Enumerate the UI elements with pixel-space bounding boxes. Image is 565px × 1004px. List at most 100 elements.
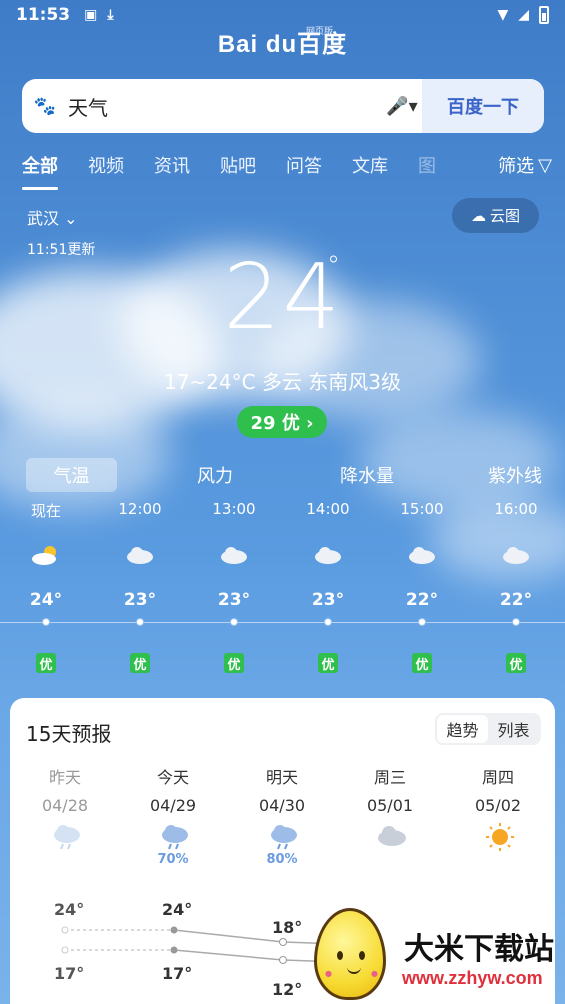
- cloud-map-button[interactable]: ☁ 云图: [452, 198, 539, 233]
- mascot-eye: [337, 951, 343, 960]
- hour-time: 15:00: [400, 500, 444, 518]
- search-button[interactable]: 百度一下: [422, 79, 544, 133]
- brand-tag: 网页版: [306, 27, 334, 37]
- hour-temp: 24°: [29, 590, 63, 610]
- hour-time: 14:00: [306, 500, 350, 518]
- search-bar[interactable]: 🐾 天气 🎤▾ 百度一下: [22, 79, 544, 133]
- aqi-badge[interactable]: 29 优 ›: [237, 406, 327, 438]
- day-name: 今天: [156, 768, 189, 787]
- hour-dot: [136, 618, 144, 626]
- forecast-title: 15天预报: [26, 722, 112, 746]
- microphone-icon[interactable]: 🎤▾: [382, 96, 422, 117]
- current-temperature: 24 °: [0, 245, 565, 350]
- hour-dot: [512, 618, 520, 626]
- hour-aqi: 优: [318, 653, 338, 673]
- forecast-day[interactable]: 明天 04/30 80%: [232, 764, 332, 867]
- hour-dot: [230, 618, 238, 626]
- hour-dot: [42, 618, 50, 626]
- day-high: 18°: [272, 918, 303, 937]
- day-low: 17°: [162, 964, 193, 983]
- tab-images[interactable]: 图: [418, 152, 436, 178]
- metric-tab-precipitation[interactable]: 降水量: [307, 458, 427, 492]
- hour-time: 13:00: [212, 500, 256, 518]
- wifi-icon: ▼: [497, 7, 509, 23]
- metric-tab-uv[interactable]: 紫外线: [427, 458, 542, 492]
- hour-time: 现在: [30, 502, 61, 520]
- hourly-forecast: 现在 24° 优 12:00 23° 优 13:00 23° 优 14:00 2…: [0, 500, 565, 690]
- hour-time: 12:00: [118, 500, 162, 518]
- cloudy-icon: [221, 547, 247, 564]
- tab-news[interactable]: 资讯: [154, 152, 190, 178]
- cloudy-icon: [315, 547, 341, 564]
- signal-icon: ◢: [518, 7, 529, 23]
- paw-icon: 🐾: [33, 95, 57, 117]
- toggle-trend[interactable]: 趋势: [437, 715, 488, 743]
- watermark-title: 大米下载站: [404, 932, 554, 967]
- mascot-eye: [359, 951, 365, 960]
- tab-all[interactable]: 全部: [22, 152, 58, 190]
- precip-chance: 80%: [266, 852, 298, 867]
- hour-temp: 22°: [405, 590, 439, 610]
- tab-video[interactable]: 视频: [88, 152, 124, 178]
- day-high: 24°: [54, 900, 85, 919]
- mascot-dots: ●: [325, 969, 332, 978]
- hour-aqi: 优: [130, 653, 150, 673]
- chevron-down-icon: ⌄: [64, 209, 78, 228]
- view-toggle: 趋势 列表: [435, 713, 541, 745]
- search-tabs: 全部 视频 资讯 贴吧 问答 文库 图 筛选 ▽: [22, 145, 552, 190]
- hour-aqi: 优: [224, 653, 244, 673]
- cloudy-icon: [127, 547, 153, 564]
- filter-label: 筛选: [498, 156, 535, 177]
- day-date: 04/30: [258, 796, 306, 815]
- hour-temp: 22°: [499, 590, 533, 610]
- tab-qa[interactable]: 问答: [286, 152, 322, 178]
- cloudy-icon: [378, 826, 406, 846]
- day-date: 04/28: [41, 796, 89, 815]
- forecast-day[interactable]: 周四 05/02: [448, 764, 548, 851]
- hour-aqi: 优: [506, 653, 526, 673]
- forecast-day[interactable]: 今天 04/29 70%: [123, 764, 223, 867]
- forecast-day[interactable]: 周三 05/01: [340, 764, 440, 846]
- hour-aqi: 优: [36, 653, 56, 673]
- city-name: 武汉: [27, 209, 60, 228]
- day-low: 17°: [54, 964, 85, 983]
- hour-temp: 23°: [217, 590, 251, 610]
- battery-icon: [539, 6, 549, 24]
- watermark: ● ● 大米下载站 www.zzhyw.com: [306, 902, 565, 1004]
- rain-cloud-icon: [271, 825, 297, 850]
- day-low: 12°: [272, 980, 303, 999]
- notification-a-icon: ▣: [84, 7, 98, 23]
- precip-chance: 70%: [157, 852, 189, 867]
- day-date: 04/29: [149, 796, 197, 815]
- day-name: 明天: [265, 768, 298, 787]
- day-name: 周三: [373, 768, 406, 787]
- weather-description: 17~24°C 多云 东南风3级: [163, 370, 402, 394]
- filter-button[interactable]: 筛选 ▽: [498, 152, 552, 178]
- tab-tieba[interactable]: 贴吧: [220, 152, 256, 178]
- baidu-logo[interactable]: Bai du百度 网页版: [0, 24, 565, 59]
- cloudy-icon: [409, 547, 435, 564]
- toggle-list[interactable]: 列表: [488, 715, 539, 743]
- cloud-map-icon: ☁: [470, 206, 486, 225]
- sun-icon: [486, 823, 514, 851]
- metric-tab-temperature[interactable]: 气温: [26, 458, 117, 492]
- cloud-map-label: 云图: [489, 207, 520, 225]
- degree-sign: °: [327, 251, 342, 281]
- day-date: 05/02: [474, 796, 522, 815]
- city-selector[interactable]: 武汉 ⌄: [27, 205, 78, 229]
- hour-dot: [418, 618, 426, 626]
- hour-temp: 23°: [123, 590, 157, 610]
- rain-cloud-icon: [54, 825, 80, 850]
- forecast-day[interactable]: 昨天 04/28: [15, 764, 115, 850]
- search-input[interactable]: 天气: [68, 92, 382, 121]
- metric-tab-wind[interactable]: 风力: [117, 458, 307, 492]
- watermark-url: www.zzhyw.com: [402, 968, 543, 988]
- funnel-icon: ▽: [538, 154, 552, 176]
- day-high: 24°: [162, 900, 193, 919]
- download-icon: ⤓: [107, 7, 114, 23]
- mascot-mouth: [347, 967, 361, 974]
- day-date: 05/01: [366, 796, 414, 815]
- tab-wenku[interactable]: 文库: [352, 152, 388, 178]
- clock: 11:53: [16, 5, 71, 25]
- cloudy-icon: [503, 547, 529, 564]
